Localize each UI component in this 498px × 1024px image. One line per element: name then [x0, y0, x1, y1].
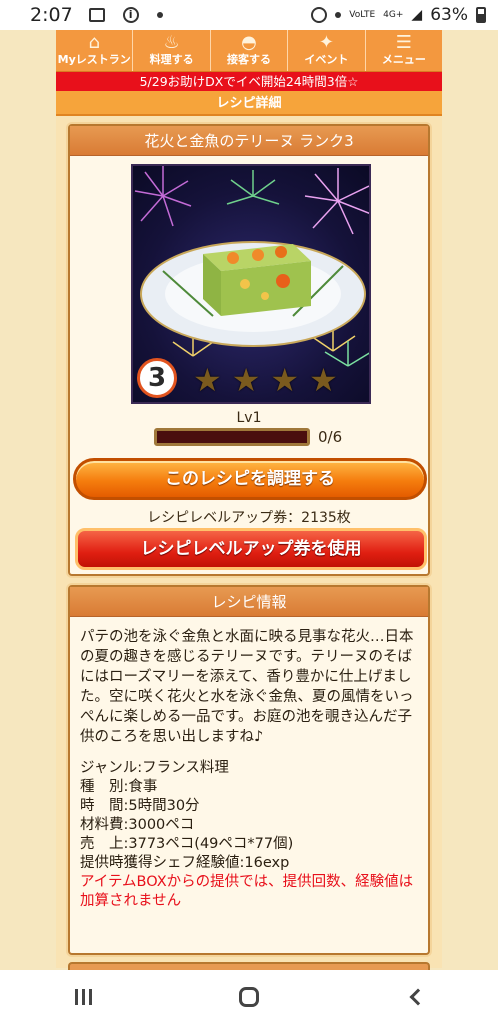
signal-icon: ◢ [411, 7, 423, 23]
status-bar: 2:07 i VoLTE 4G+ ◢ 63% [0, 0, 498, 30]
nav-label: イベント [304, 53, 349, 66]
genre: ジャンル:フランス料理 [80, 760, 229, 776]
dot-icon [156, 12, 163, 18]
category: 種 別:食事 [80, 779, 158, 795]
recipe-meta: ジャンル:フランス料理 種 別:食事 時 間:5時間30分 材料費:3000ペコ… [70, 747, 428, 911]
game-nav: ⌂ Myレストラン ♨ 料理する ◓ 接客する ✦ イベント ☰ メニュー [56, 30, 442, 72]
recipe-title: 花火と金魚のテリーヌ ランク3 [70, 126, 428, 156]
back-button[interactable] [385, 977, 445, 1017]
restaurant-icon: ⌂ [88, 32, 100, 53]
rank-stars: ★ ★ ★ ★ [193, 364, 338, 396]
star-icon: ★ [231, 361, 261, 399]
dish-image: 3 ★ ★ ★ ★ [131, 164, 371, 404]
page-title: レシピ詳細 [56, 91, 442, 116]
item-box-warning: アイテムBOXからの提供では、提供回数、経験値は加算されません [80, 874, 414, 909]
level-progress-text: 0/6 [318, 428, 343, 446]
next-panel-edge [68, 962, 430, 970]
cook-recipe-button[interactable]: このレシピを調理する [73, 458, 427, 500]
ticket-count: レシピレベルアップ券：2135枚 [147, 510, 351, 526]
location-icon [335, 12, 342, 18]
recent-apps-button[interactable] [53, 977, 113, 1017]
nav-cook[interactable]: ♨ 料理する [133, 30, 211, 71]
service-bell-icon: ◓ [241, 32, 257, 53]
nav-event[interactable]: ✦ イベント [288, 30, 366, 71]
gallery-icon [88, 8, 105, 22]
recipe-panel: 花火と金魚のテリーヌ ランク3 3 ★ ★ ★ ★ Lv1 0/6 このレシピを… [68, 124, 430, 576]
info-icon: i [122, 7, 139, 23]
cook-time: 時 間:5時間30分 [80, 798, 200, 814]
clock: 2:07 [30, 4, 73, 26]
nav-my-restaurant[interactable]: ⌂ Myレストラン [56, 30, 134, 71]
sales: 売 上:3773ペコ(49ペコ*77個) [80, 836, 294, 852]
star-icon: ★ [309, 361, 338, 399]
nav-label: Myレストラン [57, 53, 131, 66]
system-nav-bar [0, 970, 498, 1024]
home-button[interactable] [219, 977, 279, 1017]
nav-menu[interactable]: ☰ メニュー [366, 30, 442, 71]
recipe-info-header: レシピ情報 [70, 587, 428, 617]
back-icon [409, 988, 427, 1006]
nav-label: メニュー [381, 53, 426, 66]
chef-exp: 提供時獲得シェフ経験値:16exp [80, 855, 290, 871]
home-icon [239, 987, 259, 1007]
battery-icon [476, 7, 486, 23]
level-label: Lv1 [236, 410, 262, 426]
battery-text: 63% [430, 5, 468, 25]
recent-apps-icon [74, 989, 92, 1005]
menu-icon: ☰ [395, 32, 412, 53]
nav-label: 接客する [227, 53, 272, 66]
volte-label: VoLTE [349, 9, 376, 20]
alarm-icon [311, 7, 328, 23]
rank-badge: 3 [137, 358, 177, 398]
network-label: 4G+ [383, 9, 404, 20]
event-icon: ✦ [318, 32, 334, 53]
nav-label: 料理する [149, 53, 194, 66]
ingredient-cost: 材料費:3000ペコ [80, 817, 195, 833]
level-progress-bar [154, 428, 310, 446]
star-icon: ★ [270, 361, 300, 399]
use-ticket-button[interactable]: レシピレベルアップ券を使用 [75, 528, 427, 570]
recipe-info-panel: レシピ情報 パテの池を泳ぐ金魚と水面に映る見事な花火…日本の夏の趣きを感じるテリ… [68, 585, 430, 955]
pot-icon: ♨ [163, 32, 180, 53]
recipe-description: パテの池を泳ぐ金魚と水面に映る見事な花火…日本の夏の趣きを感じるテリーヌです。テ… [80, 629, 414, 745]
nav-serve[interactable]: ◓ 接客する [211, 30, 289, 71]
news-ticker[interactable]: 5/29お助けDXでイベ開始24時間3倍☆ [56, 72, 442, 91]
star-icon: ★ [193, 361, 222, 399]
